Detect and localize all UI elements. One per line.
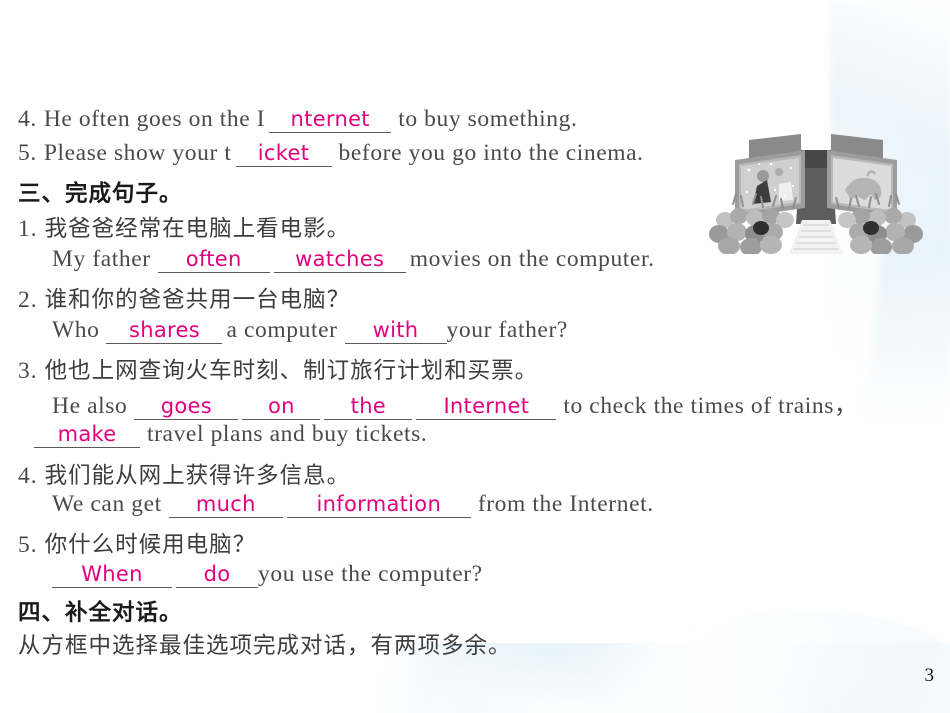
- section3-item2-english: Who shares a computer with your father?: [52, 317, 568, 344]
- item-number: 1.: [18, 216, 38, 242]
- item-text-after: before you go into the cinema.: [338, 140, 644, 166]
- sentence-part: He also: [52, 393, 128, 419]
- page-number: 3: [924, 665, 935, 686]
- section-heading-three: 三、完成句子。: [18, 181, 183, 207]
- section-heading-four: 四、补全对话。: [18, 600, 183, 626]
- section3-item5-english: When do you use the computer?: [52, 561, 483, 588]
- section-four-instruction: 从方框中选择最佳选项完成对话，有两项多余。: [18, 633, 512, 659]
- chinese-sentence: 谁和你的爸爸共用一台电脑？: [44, 287, 351, 313]
- answer-blank[interactable]: When: [52, 562, 172, 588]
- section3-item4-chinese: 4. 我们能从网上获得许多信息。: [18, 458, 350, 490]
- chinese-sentence: 他也上网查询火车时刻、制订旅行计划和买票。: [44, 358, 539, 384]
- answer-blank[interactable]: often: [157, 247, 270, 273]
- answer-blank[interactable]: Internet: [416, 394, 557, 420]
- section3-item4-english: We can get much information from the Intern…: [52, 491, 654, 518]
- sentence-part: you use the computer?: [258, 561, 483, 587]
- item-number: 2.: [18, 287, 38, 313]
- exercise-item-5: 5. Please show your t icket before you go i…: [18, 140, 644, 167]
- slide-page: 3 4. He often goes on the Internet to buy …: [0, 0, 950, 713]
- answer-blank[interactable]: nternet: [269, 107, 392, 133]
- sentence-part: My father: [52, 246, 151, 272]
- sentence-part: to check the times of trains，: [563, 393, 859, 419]
- sentence-part: your father?: [446, 317, 568, 343]
- answer-blank[interactable]: goes: [134, 394, 239, 420]
- section3-item3-english-line1: He also goes on the Internet to check the tim…: [52, 386, 858, 420]
- section3-item3-chinese: 3. 他也上网查询火车时刻、制订旅行计划和买票。: [18, 353, 538, 385]
- sentence-part: We can get: [52, 491, 162, 517]
- chinese-sentence: 我们能从网上获得许多信息。: [44, 463, 351, 489]
- answer-blank[interactable]: do: [176, 562, 258, 588]
- item-number: 4.: [18, 463, 38, 489]
- answer-blank[interactable]: shares: [106, 318, 223, 344]
- item-number: 4.: [18, 106, 37, 132]
- answer-blank[interactable]: watches: [273, 247, 406, 273]
- sentence-part: travel plans and buy tickets.: [147, 421, 428, 447]
- answer-blank[interactable]: with: [344, 318, 447, 344]
- chinese-sentence: 我爸爸经常在电脑上看电影。: [44, 216, 351, 242]
- section3-item5-chinese: 5. 你什么时候用电脑？: [18, 527, 256, 559]
- item-number: 3.: [18, 358, 38, 384]
- sentence-part: Who: [52, 317, 100, 343]
- chinese-sentence: 你什么时候用电脑？: [44, 532, 257, 558]
- sentence-part: movies on the computer.: [409, 246, 655, 272]
- sentence-part: a computer: [226, 317, 338, 343]
- item-number: 5.: [18, 532, 38, 558]
- item-text-before: He often goes on the I: [43, 106, 266, 132]
- section3-item3-english-line2: make travel plans and buy tickets.: [34, 421, 427, 448]
- section3-item2-chinese: 2. 谁和你的爸爸共用一台电脑？: [18, 282, 350, 314]
- section3-item1-english: My father often watches movies on the compu…: [52, 246, 655, 273]
- answer-blank[interactable]: icket: [235, 141, 332, 167]
- answer-blank[interactable]: information: [286, 492, 471, 518]
- item-text-before: Please show your t: [43, 140, 232, 166]
- answer-blank[interactable]: the: [324, 394, 413, 420]
- cinema-theater-icon: [709, 134, 923, 254]
- section3-item1-chinese: 1. 我爸爸经常在电脑上看电影。: [18, 211, 350, 243]
- answer-blank[interactable]: much: [168, 492, 283, 518]
- answer-blank[interactable]: on: [242, 394, 321, 420]
- item-number: 5.: [18, 140, 37, 166]
- exercise-item-4: 4. He often goes on the Internet to buy so…: [18, 106, 577, 133]
- background-swirl-right: [687, 578, 950, 713]
- sentence-part: from the Internet.: [477, 491, 654, 517]
- answer-blank[interactable]: make: [34, 422, 140, 448]
- item-text-after: to buy something.: [398, 106, 578, 132]
